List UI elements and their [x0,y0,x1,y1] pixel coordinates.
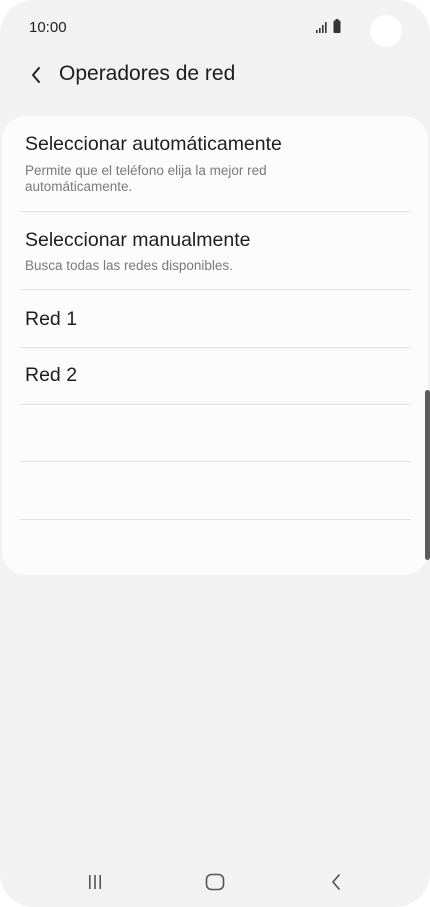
network-item-red-1[interactable]: Red 1 [2,290,428,347]
app-header: Operadores de red [0,56,430,96]
network-name: Red 2 [25,364,78,386]
select-manually-option[interactable]: Seleccionar manualmente Busca todas las … [2,212,428,290]
signal-icon [316,22,327,33]
battery-icon [333,19,341,33]
recent-apps-icon [89,875,101,889]
select-automatically-description: Permite que el teléfono elija la mejor r… [25,163,267,178]
network-operators-list: Seleccionar automáticamente Permite que … [2,116,428,575]
page-title: Operadores de red [59,62,236,85]
chevron-left-icon [32,67,40,83]
network-item-empty[interactable] [2,462,428,519]
recent-apps-button[interactable] [75,862,115,902]
front-camera-cutout [370,15,402,47]
back-nav-button[interactable] [316,862,356,902]
phone-screen: 10:00 Operadores de red Seleccionar auto… [0,0,430,907]
home-button[interactable] [195,862,235,902]
status-bar: 10:00 [0,0,430,56]
network-item-red-2[interactable]: Red 2 [2,348,428,405]
network-item-empty[interactable] [2,405,428,462]
select-manually-description: Busca todas las redes disponibles. [25,258,233,273]
back-button[interactable] [22,58,50,92]
select-automatically-option[interactable]: Seleccionar automáticamente Permite que … [2,116,428,212]
home-icon [205,873,225,891]
select-manually-title: Seleccionar manualmente [25,229,251,251]
network-name: Red 1 [25,308,78,330]
divider [20,519,411,520]
select-automatically-title: Seleccionar automáticamente [25,133,282,155]
navigation-bar [0,862,430,902]
back-icon [332,874,340,890]
status-time: 10:00 [29,19,67,36]
scrollbar[interactable] [425,390,430,560]
select-automatically-description-line2: automáticamente. [25,179,133,194]
